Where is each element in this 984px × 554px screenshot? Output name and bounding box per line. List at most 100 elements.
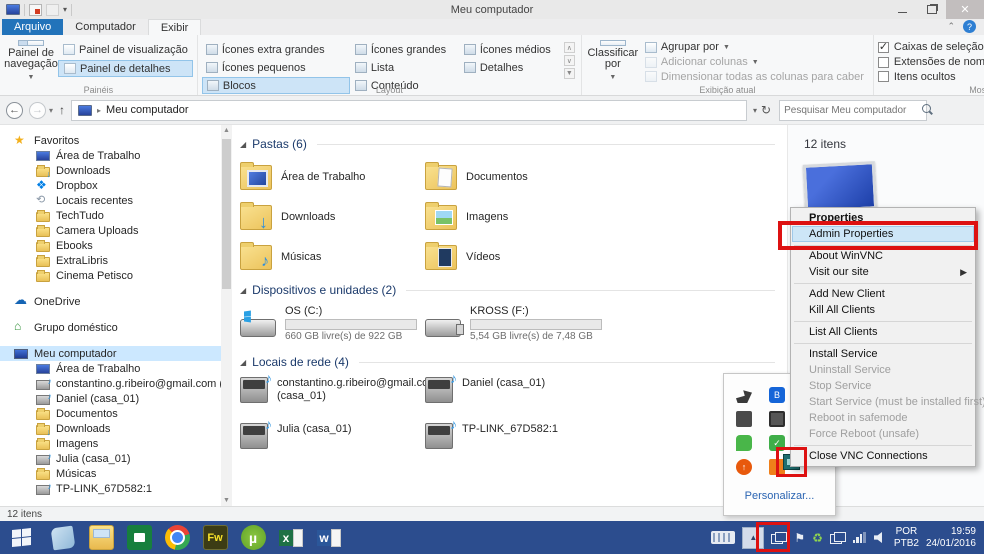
drive-tile[interactable]: OS (C:) 660 GB livre(s) de 922 GB bbox=[240, 303, 425, 349]
messenger-icon[interactable] bbox=[736, 435, 752, 451]
taskbar-chrome[interactable] bbox=[158, 521, 196, 554]
folder-tile[interactable]: Downloads bbox=[240, 197, 425, 237]
drive-tile[interactable]: KROSS (F:) 5,54 GB livre(s) de 7,48 GB bbox=[425, 303, 725, 349]
sidebar-item[interactable]: Locais recentes bbox=[0, 193, 232, 208]
folder-tile[interactable]: Músicas bbox=[240, 237, 425, 277]
layout-option[interactable]: Ícones pequenos bbox=[202, 59, 350, 76]
sidebar-item[interactable]: Dropbox bbox=[0, 178, 232, 193]
layout-option[interactable]: Ícones grandes bbox=[351, 41, 459, 58]
help-icon[interactable]: ? bbox=[963, 20, 976, 33]
sidebar-item[interactable]: OneDrive bbox=[0, 292, 232, 309]
pane-toggle-button[interactable]: Painel de detalhes bbox=[58, 60, 193, 77]
view-option-button[interactable]: Adicionar colunas ▼ bbox=[640, 56, 869, 69]
sidebar-item[interactable]: Julia (casa_01) bbox=[0, 451, 232, 466]
show-hide-checkbox[interactable]: Itens ocultos bbox=[877, 70, 984, 83]
minimize-button[interactable] bbox=[888, 0, 917, 19]
address-box[interactable]: ▸ Meu computador bbox=[71, 99, 748, 121]
context-menu-item[interactable]: Start Service (must be installed first) … bbox=[792, 394, 984, 410]
up-button[interactable]: ↑ bbox=[59, 103, 65, 117]
clock[interactable]: 19:59 24/01/2016 bbox=[926, 526, 976, 550]
pane-toggle-button[interactable]: Painel de visualização bbox=[58, 41, 193, 58]
context-menu-item[interactable]: Close VNC Connections ▶ bbox=[792, 448, 974, 464]
context-menu-item[interactable]: Visit our site ▶ bbox=[792, 264, 974, 284]
start-button[interactable] bbox=[0, 521, 44, 554]
network-location-tile[interactable]: Julia (casa_01) bbox=[240, 416, 425, 467]
context-menu-item[interactable]: List All Clients ▶ bbox=[792, 324, 974, 344]
back-button[interactable]: ← bbox=[6, 101, 23, 119]
signal-strength-icon[interactable] bbox=[852, 532, 867, 543]
layout-option[interactable]: Detalhes bbox=[460, 59, 562, 76]
touch-keyboard-icon[interactable] bbox=[711, 531, 736, 544]
context-menu-item[interactable]: Uninstall Service ▶ bbox=[792, 362, 974, 378]
taskbar-utorrent[interactable]: µ bbox=[234, 521, 272, 554]
view-option-button[interactable]: Agrupar por ▼ bbox=[640, 41, 869, 54]
context-menu-item[interactable]: Stop Service ▶ bbox=[792, 378, 974, 394]
scroll-up-icon[interactable]: ▲ bbox=[221, 125, 232, 136]
sidebar-item[interactable]: TechTudo bbox=[0, 208, 232, 223]
taskbar-pinned-app[interactable] bbox=[44, 521, 82, 554]
sidebar-item[interactable]: Camera Uploads bbox=[0, 223, 232, 238]
recent-locations-dropdown-icon[interactable]: ▾ bbox=[49, 106, 53, 115]
context-menu-item[interactable]: Add New Client ▶ bbox=[792, 286, 974, 302]
tray-app-icon[interactable] bbox=[736, 411, 752, 427]
show-hide-checkbox[interactable]: Caixas de seleção de item bbox=[877, 40, 984, 54]
layout-option[interactable]: Ícones médios bbox=[460, 41, 562, 58]
updater-icon[interactable]: ↑ bbox=[736, 459, 752, 475]
sidebar-item[interactable]: Grupo doméstico bbox=[0, 319, 232, 335]
context-menu-item[interactable]: About WinVNC ▶ bbox=[792, 248, 974, 264]
tray-app-icon[interactable] bbox=[736, 390, 752, 403]
view-option-button[interactable]: Dimensionar todas as colunas para caber … bbox=[640, 70, 869, 83]
sidebar-item[interactable]: Imagens bbox=[0, 436, 232, 451]
folder-tile[interactable]: Documentos bbox=[425, 157, 725, 197]
taskbar-word[interactable] bbox=[310, 521, 348, 554]
gallery-expand-icon[interactable]: ▼ bbox=[563, 68, 575, 79]
ribbon-tab[interactable]: Computador bbox=[63, 19, 148, 35]
scrollbar-thumb[interactable] bbox=[222, 139, 231, 289]
context-menu-item[interactable]: Reboot in safemode ▶ bbox=[792, 410, 974, 426]
sidebar-item[interactable]: ExtraLibris bbox=[0, 253, 232, 268]
customize-quick-access-dropdown-icon[interactable]: ▾ bbox=[63, 5, 67, 14]
collapse-icon[interactable]: ◢ bbox=[240, 286, 246, 295]
section-header-drives[interactable]: ◢ Dispositivos e unidades (2) bbox=[240, 283, 787, 297]
folder-tile[interactable]: Vídeos bbox=[425, 237, 725, 277]
address-history-dropdown-icon[interactable]: ▾ bbox=[753, 106, 757, 115]
properties-icon[interactable] bbox=[29, 3, 42, 16]
context-menu-item[interactable]: Force Reboot (unsafe) ▶ bbox=[792, 426, 974, 446]
folder-tile[interactable]: Área de Trabalho bbox=[240, 157, 425, 197]
sidebar-item[interactable]: Daniel (casa_01) bbox=[0, 391, 232, 406]
network-location-tile[interactable]: constantino.g.ribeiro@gmail.com (casa_01… bbox=[240, 370, 437, 421]
taskbar-green-app[interactable] bbox=[120, 521, 158, 554]
new-folder-icon[interactable] bbox=[46, 3, 59, 16]
collapse-icon[interactable]: ◢ bbox=[240, 140, 246, 149]
collapse-icon[interactable]: ◢ bbox=[240, 358, 246, 367]
sidebar-item[interactable]: Cinema Petisco bbox=[0, 268, 232, 283]
minimize-ribbon-icon[interactable]: ⌃ bbox=[947, 21, 955, 32]
refresh-icon[interactable]: ↻ bbox=[761, 103, 771, 117]
taskbar-excel[interactable] bbox=[272, 521, 310, 554]
taskbar-fireworks[interactable]: Fw bbox=[196, 521, 234, 554]
sidebar-item[interactable]: TP-LINK_67D582:1 bbox=[0, 481, 232, 496]
sidebar-item[interactable]: Favoritos bbox=[0, 133, 232, 148]
breadcrumb[interactable]: Meu computador bbox=[106, 104, 189, 116]
customize-link[interactable]: Personalizar... bbox=[724, 490, 835, 502]
bluetooth-icon[interactable]: B bbox=[769, 387, 785, 403]
network-icon[interactable] bbox=[829, 532, 846, 544]
sidebar-item[interactable]: Área de Trabalho bbox=[0, 361, 232, 376]
sidebar-item[interactable]: Ebooks bbox=[0, 238, 232, 253]
sidebar-item[interactable]: constantino.g.ribeiro@gmail.com (casa_01… bbox=[0, 376, 232, 391]
folder-tile[interactable]: Imagens bbox=[425, 197, 725, 237]
ribbon-tab[interactable]: Exibir bbox=[147, 19, 202, 35]
sidebar-item[interactable]: Músicas bbox=[0, 466, 232, 481]
sidebar-item[interactable]: Meu computador bbox=[0, 346, 232, 361]
layout-option[interactable]: Ícones extra grandes bbox=[202, 41, 350, 58]
scroll-down-icon[interactable]: ▼ bbox=[221, 495, 232, 506]
sidebar-item[interactable]: Downloads bbox=[0, 163, 232, 179]
context-menu-item[interactable]: Install Service ▶ bbox=[792, 346, 974, 362]
show-hide-checkbox[interactable]: Extensões de nomes de arquivos bbox=[877, 56, 984, 69]
ribbon-tab[interactable]: Arquivo bbox=[2, 19, 64, 35]
sidebar-item[interactable]: Documentos bbox=[0, 406, 232, 421]
search-input[interactable] bbox=[780, 104, 921, 116]
display-app-icon[interactable] bbox=[769, 411, 785, 427]
volume-icon[interactable] bbox=[873, 531, 882, 544]
sidebar-item[interactable]: Área de Trabalho bbox=[0, 148, 232, 163]
